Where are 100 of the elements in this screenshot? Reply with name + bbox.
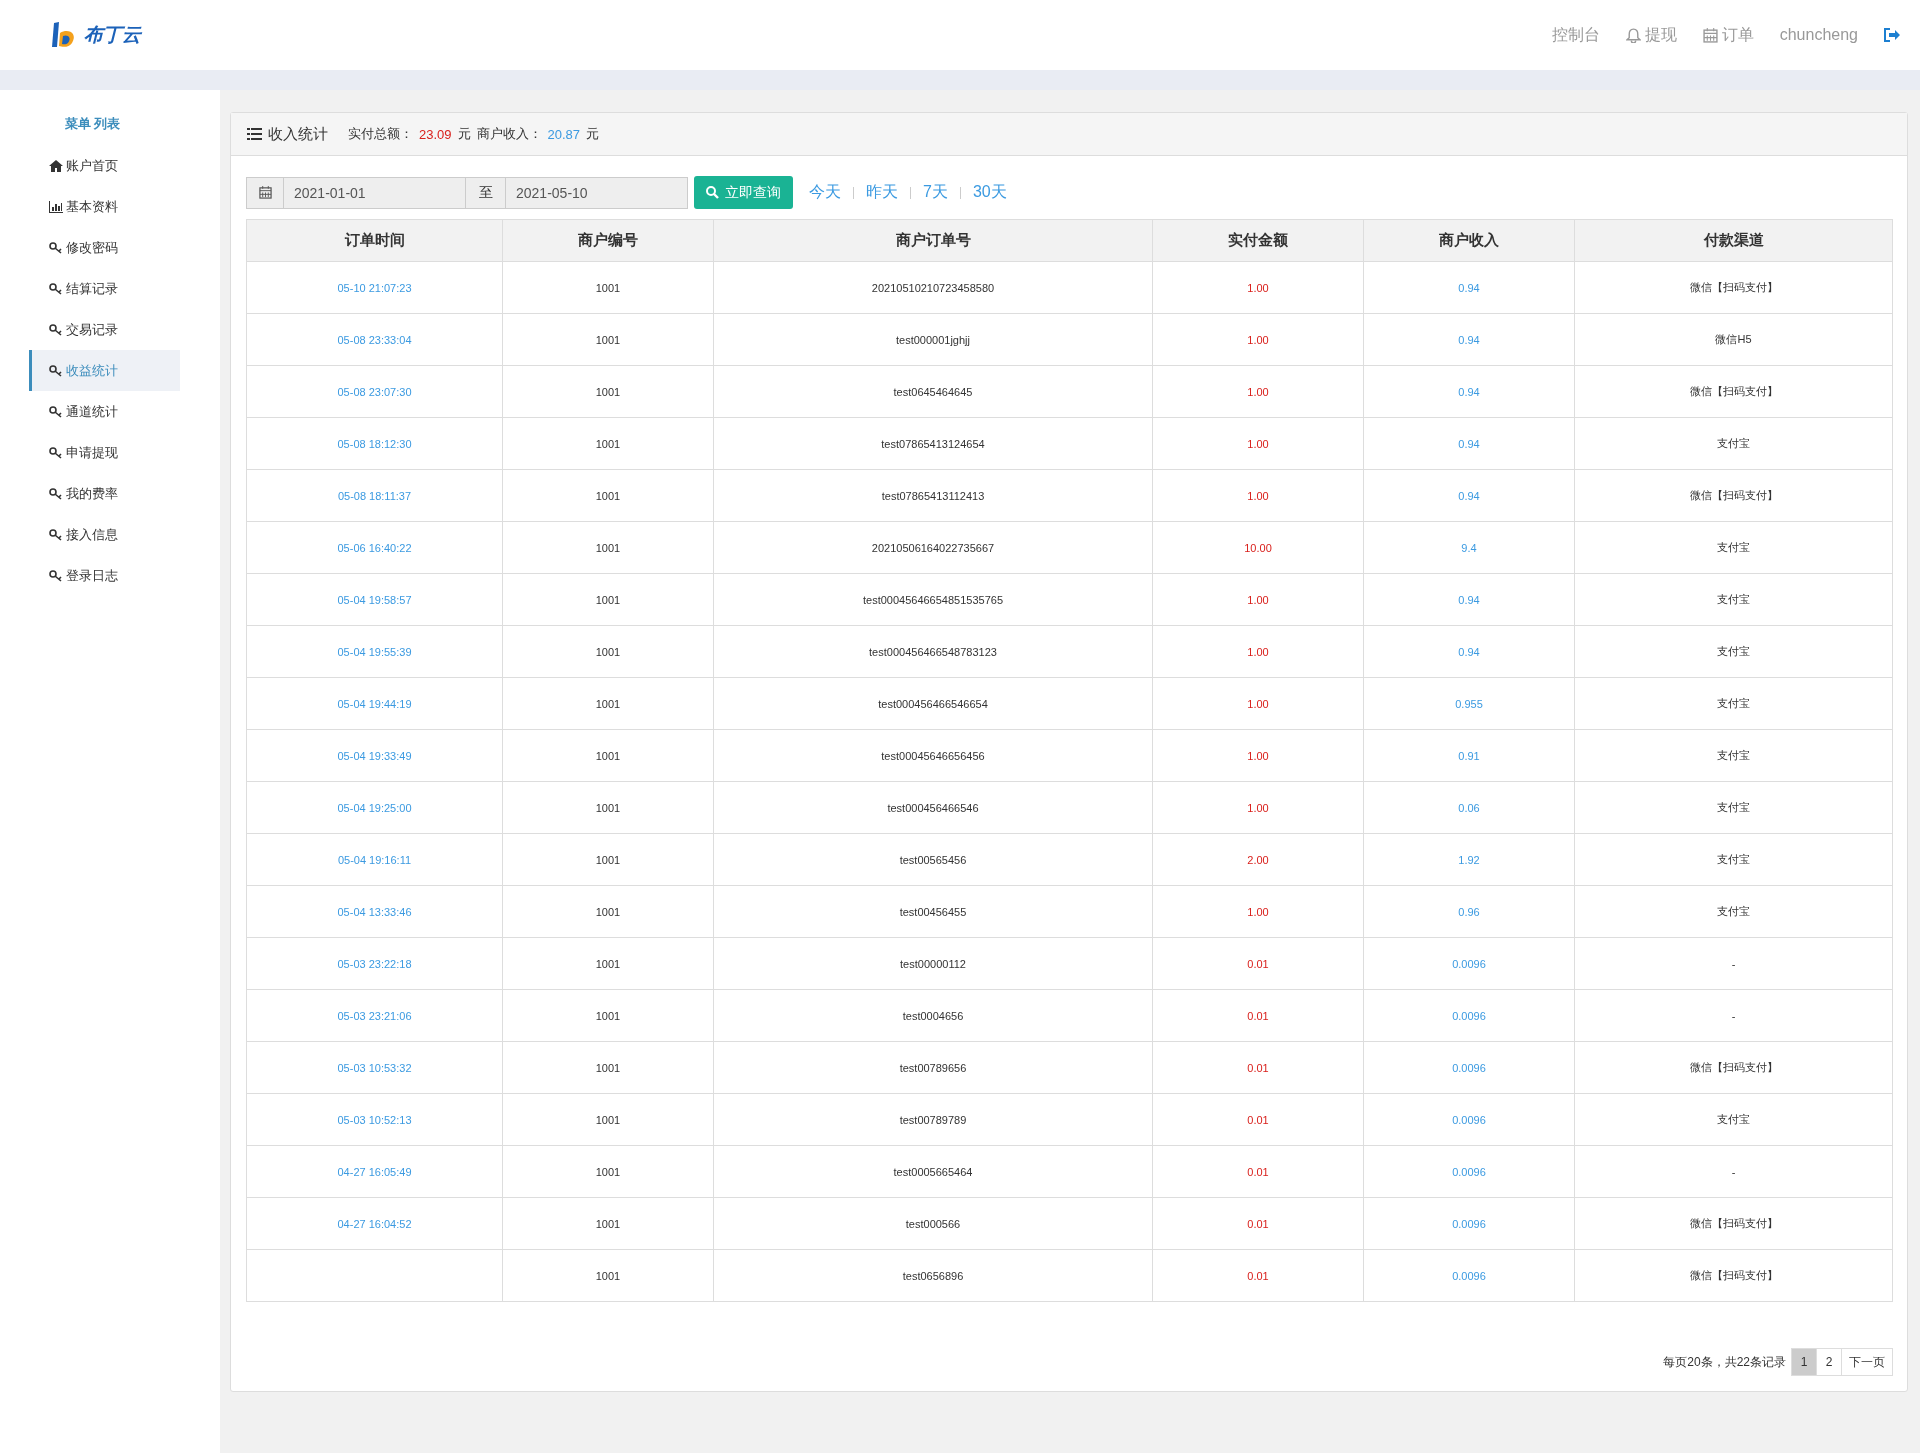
table-cell: 0.0096 (1363, 1093, 1575, 1146)
table-cell: 支付宝 (1574, 833, 1893, 886)
next-page-button[interactable]: 下一页 (1841, 1348, 1893, 1376)
sidebar-item[interactable]: 接入信息 (29, 514, 180, 555)
table-cell: 微信【扫码支付】 (1574, 1197, 1893, 1250)
table-cell: 0.0096 (1363, 1197, 1575, 1250)
column-header: 商户编号 (502, 219, 714, 262)
table-cell: 2.00 (1152, 833, 1364, 886)
key-icon (49, 323, 63, 336)
income-label: 商户收入： (476, 125, 542, 143)
table-cell: test0004656 (713, 989, 1153, 1042)
unit-label: 元 (586, 125, 600, 143)
table-cell: 支付宝 (1574, 625, 1893, 678)
table-cell: 1.00 (1152, 677, 1364, 730)
table-cell: 05-03 23:21:06 (246, 989, 503, 1042)
sidebar-item[interactable]: 修改密码 (29, 227, 180, 268)
table-cell: 1001 (502, 1249, 714, 1302)
table-cell: 1.00 (1152, 573, 1364, 626)
key-icon (49, 405, 63, 418)
table-cell: 1001 (502, 989, 714, 1042)
key-icon (49, 282, 63, 295)
table-cell: 1001 (502, 833, 714, 886)
table-cell: 1001 (502, 1145, 714, 1198)
table-cell: 1001 (502, 677, 714, 730)
calendar-icon (1702, 27, 1718, 43)
table-cell: 0.94 (1363, 625, 1575, 678)
key-icon (49, 528, 63, 541)
table-cell: test0656896 (713, 1249, 1153, 1302)
table-cell: 1001 (502, 781, 714, 834)
table-cell: 05-04 19:55:39 (246, 625, 503, 678)
panel-title: 收入统计 (268, 124, 328, 144)
table-cell: 微信【扫码支付】 (1574, 261, 1893, 314)
table-cell: 微信H5 (1574, 313, 1893, 366)
table-cell: 支付宝 (1574, 417, 1893, 470)
table-cell: 0.06 (1363, 781, 1575, 834)
table-cell: 1001 (502, 729, 714, 782)
table-cell: test000456466546654 (713, 677, 1153, 730)
total-value: 23.09 (419, 126, 452, 142)
table-cell: test000456466546 (713, 781, 1153, 834)
income-value: 20.87 (547, 126, 581, 142)
column-header: 商户收入 (1363, 219, 1575, 262)
separator-label: 至 (478, 183, 493, 202)
unit-label: 元 (457, 125, 471, 143)
table-cell: 支付宝 (1574, 781, 1893, 834)
table-cell: - (1574, 1145, 1893, 1198)
sidebar-item[interactable]: 交易记录 (29, 309, 180, 350)
home-icon (49, 159, 63, 172)
sidebar-item[interactable]: 基本资料 (29, 186, 180, 227)
end-date-field[interactable]: 2021-05-10 (506, 176, 688, 209)
table-cell: 0.94 (1363, 573, 1575, 626)
calendar-icon (258, 186, 272, 199)
table-cell: 1001 (502, 521, 714, 574)
table-cell: 1001 (502, 625, 714, 678)
table-cell: 1001 (502, 937, 714, 990)
table-cell: test07865413112413 (713, 469, 1153, 522)
table-cell: 0.01 (1152, 1145, 1364, 1198)
table-cell: test00045646656456 (713, 729, 1153, 782)
table-cell: test00789789 (713, 1093, 1153, 1146)
sidebar-item[interactable]: 登录日志 (29, 555, 180, 596)
table-cell: 1.92 (1363, 833, 1575, 886)
table-cell: 0.01 (1152, 937, 1364, 990)
page-button[interactable]: 2 (1816, 1348, 1842, 1376)
table-cell: 20210510210723458580 (713, 261, 1153, 314)
page-button[interactable]: 1 (1791, 1348, 1817, 1376)
table-cell: test00045646654851535765 (713, 573, 1153, 626)
table-cell: 微信【扫码支付】 (1574, 1249, 1893, 1302)
table-cell: test0005665464 (713, 1145, 1153, 1198)
table-cell: - (1574, 937, 1893, 990)
table-cell: 04-27 16:05:49 (246, 1145, 503, 1198)
table-cell: 0.01 (1152, 1249, 1364, 1302)
table-cell: 9.4 (1363, 521, 1575, 574)
table-cell: 0.01 (1152, 1041, 1364, 1094)
search-icon (706, 186, 719, 199)
table-cell: 支付宝 (1574, 573, 1893, 626)
table-cell: 05-08 23:07:30 (246, 365, 503, 418)
table-cell: 0.0096 (1363, 989, 1575, 1042)
table-cell: 1.00 (1152, 469, 1364, 522)
table-cell: 微信【扫码支付】 (1574, 365, 1893, 418)
bell-icon (1625, 27, 1641, 43)
table-cell: 1001 (502, 1041, 714, 1094)
logout-icon[interactable] (1884, 28, 1900, 42)
table-cell: 0.94 (1363, 365, 1575, 418)
table-cell: test00789656 (713, 1041, 1153, 1094)
table-cell: 05-04 13:33:46 (246, 885, 503, 938)
key-icon (49, 569, 63, 582)
sidebar-item[interactable]: 结算记录 (29, 268, 180, 309)
sidebar-item[interactable]: 账户首页 (29, 145, 180, 186)
table-cell: 0.94 (1363, 469, 1575, 522)
table-cell: 支付宝 (1574, 729, 1893, 782)
table-cell: 0.955 (1363, 677, 1575, 730)
table-cell: 1.00 (1152, 261, 1364, 314)
sidebar-item[interactable]: 通道统计 (29, 391, 180, 432)
sidebar-item[interactable]: 申请提现 (29, 432, 180, 473)
table-cell: 05-04 19:58:57 (246, 573, 503, 626)
table-cell: 微信【扫码支付】 (1574, 1041, 1893, 1094)
total-label: 实付总额： (348, 125, 413, 143)
sidebar-item[interactable]: 我的费率 (29, 473, 180, 514)
table-cell: 1001 (502, 885, 714, 938)
start-date-field[interactable]: 2021-01-01 (284, 176, 466, 209)
table-cell: 1.00 (1152, 365, 1364, 418)
